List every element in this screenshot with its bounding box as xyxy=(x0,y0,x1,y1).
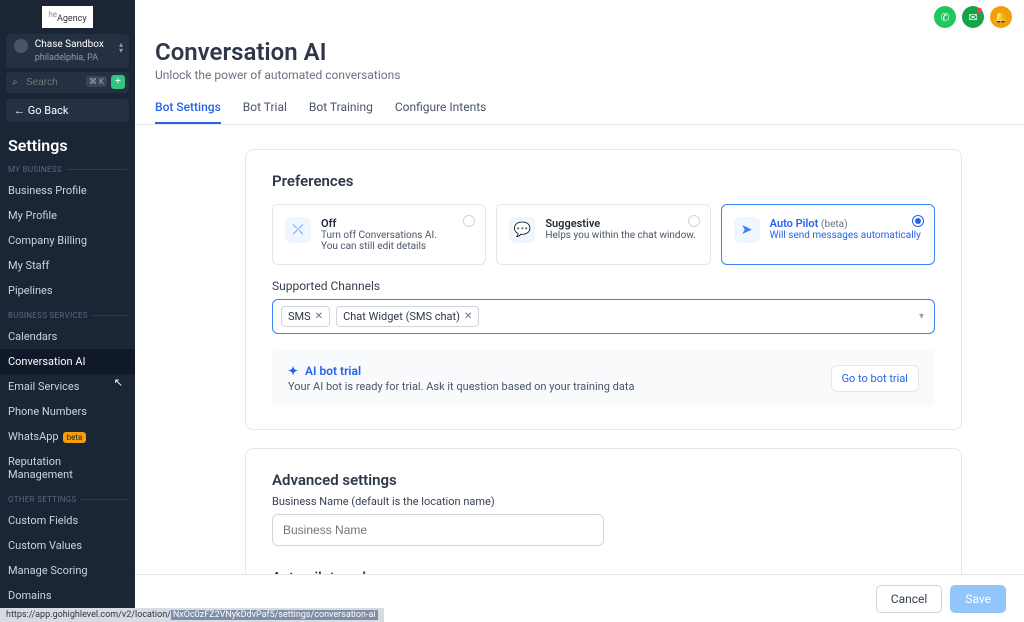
content: Preferences ⤫ Off Turn off Conversations … xyxy=(135,125,1024,622)
chevron-down-icon: ▾ xyxy=(919,311,924,322)
arrow-left-icon: ← xyxy=(14,104,25,117)
sidebar-item-my-staff[interactable]: My Staff xyxy=(0,253,135,278)
preferences-title: Preferences xyxy=(272,172,935,190)
sidebar-item-company-billing[interactable]: Company Billing xyxy=(0,228,135,253)
option-desc: Will send messages automatically xyxy=(770,230,921,241)
tab-bot-training[interactable]: Bot Training xyxy=(309,100,373,124)
account-name: Chase Sandbox xyxy=(35,39,104,50)
trial-box: ✦ AI bot trial Your AI bot is ready for … xyxy=(272,350,935,407)
radio-icon xyxy=(463,215,475,227)
channels-label: Supported Channels xyxy=(272,279,935,293)
sparkle-icon: ✦ xyxy=(288,364,298,378)
cancel-button[interactable]: Cancel xyxy=(876,585,943,613)
status-url: https://app.gohighlevel.com/v2/location/… xyxy=(0,608,384,622)
pref-option-auto-pilot[interactable]: ➤ Auto Pilot (beta)Will send messages aut… xyxy=(721,204,935,265)
search-shortcut: ⌘ K xyxy=(86,76,107,87)
chip-label: SMS xyxy=(288,310,311,323)
preferences-card: Preferences ⤫ Off Turn off Conversations … xyxy=(245,149,962,430)
sidebar-item-custom-values[interactable]: Custom Values xyxy=(0,533,135,558)
radio-icon xyxy=(688,215,700,227)
chevron-updown-icon: ▴▾ xyxy=(119,42,123,54)
add-button[interactable]: + xyxy=(111,75,125,89)
page-subtitle: Unlock the power of automated conversati… xyxy=(155,68,1004,82)
sidebar-item-calendars[interactable]: Calendars xyxy=(0,324,135,349)
option-title: Off xyxy=(321,217,437,230)
settings-heading: Settings xyxy=(0,128,135,157)
option-icon: 💬 xyxy=(509,217,535,243)
business-name-label: Business Name (default is the location n… xyxy=(272,495,935,508)
remove-chip-icon[interactable]: ✕ xyxy=(464,311,472,322)
tab-configure-intents[interactable]: Configure Intents xyxy=(395,100,487,124)
channels-select[interactable]: SMS ✕ Chat Widget (SMS chat) ✕ ▾ xyxy=(272,299,935,334)
pref-option-suggestive[interactable]: 💬 Suggestive Helps you within the chat wi… xyxy=(496,204,710,265)
agency-logo: heAgency xyxy=(42,6,93,28)
option-desc: You can still edit details xyxy=(321,241,437,252)
chip-label: Chat Widget (SMS chat) xyxy=(343,310,460,323)
sidebar-item-conversation-ai[interactable]: Conversation AI xyxy=(0,349,135,374)
account-switcher[interactable]: Chase Sandbox philadelphia, PA ▴▾ xyxy=(6,34,129,68)
option-icon: ➤ xyxy=(734,217,760,243)
tab-bot-trial[interactable]: Bot Trial xyxy=(243,100,287,124)
radio-icon xyxy=(912,215,924,227)
nav-section-header: MY BUSINESS xyxy=(0,157,135,178)
sidebar-item-whatsapp[interactable]: WhatsAppbeta xyxy=(0,424,135,449)
sidebar-item-pipelines[interactable]: Pipelines xyxy=(0,278,135,303)
cursor-icon: ↖ xyxy=(114,376,123,389)
channel-chip: Chat Widget (SMS chat) ✕ xyxy=(336,306,479,327)
pref-options: ⤫ Off Turn off Conversations AI.You can s… xyxy=(272,204,935,265)
advanced-title: Advanced settings xyxy=(272,471,935,489)
main: Conversation AI Unlock the power of auto… xyxy=(135,0,1024,622)
sidebar-item-my-profile[interactable]: My Profile xyxy=(0,203,135,228)
sidebar-item-manage-scoring[interactable]: Manage Scoring xyxy=(0,558,135,583)
beta-badge: beta xyxy=(63,432,87,443)
go-to-bot-trial-button[interactable]: Go to bot trial xyxy=(831,365,919,392)
sidebar: heAgency Chase Sandbox philadelphia, PA … xyxy=(0,0,135,622)
save-button[interactable]: Save xyxy=(950,585,1006,613)
tabs: Bot Settings Bot Trial Bot Training Configu… xyxy=(135,86,1024,125)
option-icon: ⤫ xyxy=(285,217,311,243)
page-header: Conversation AI Unlock the power of auto… xyxy=(135,0,1024,86)
channel-chip: SMS ✕ xyxy=(281,306,330,327)
sidebar-item-phone-numbers[interactable]: Phone Numbers xyxy=(0,399,135,424)
sidebar-item-domains[interactable]: Domains xyxy=(0,583,135,608)
search-row: ⌕ ⌘ K + xyxy=(6,72,129,93)
business-name-input[interactable] xyxy=(272,514,604,546)
pref-option-off[interactable]: ⤫ Off Turn off Conversations AI.You can s… xyxy=(272,204,486,265)
option-title: Auto Pilot (beta) xyxy=(770,217,921,230)
sidebar-item-reputation-management[interactable]: Reputation Management xyxy=(0,449,135,487)
go-back-button[interactable]: ← Go Back xyxy=(6,99,129,122)
avatar xyxy=(14,39,28,53)
sidebar-item-custom-fields[interactable]: Custom Fields xyxy=(0,508,135,533)
option-title: Suggestive xyxy=(545,217,696,230)
option-desc: Turn off Conversations AI. xyxy=(321,230,437,241)
trial-sub: Your AI bot is ready for trial. Ask it q… xyxy=(288,380,634,393)
tab-bot-settings[interactable]: Bot Settings xyxy=(155,100,221,124)
nav-section-header: BUSINESS SERVICES xyxy=(0,303,135,324)
remove-chip-icon[interactable]: ✕ xyxy=(315,311,323,322)
page-title: Conversation AI xyxy=(155,38,1004,66)
search-icon: ⌕ xyxy=(12,77,18,88)
account-location: philadelphia, PA xyxy=(35,53,98,63)
option-desc: Helps you within the chat window. xyxy=(545,230,696,241)
nav-section-header: OTHER SETTINGS xyxy=(0,487,135,508)
trial-heading: ✦ AI bot trial xyxy=(288,364,634,378)
sidebar-item-business-profile[interactable]: Business Profile xyxy=(0,178,135,203)
